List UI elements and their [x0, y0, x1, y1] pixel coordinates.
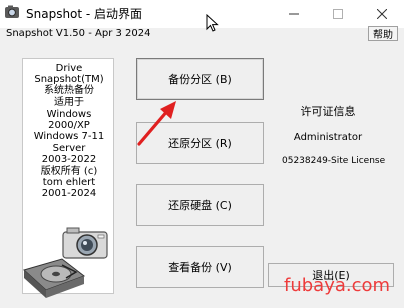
hard-disk-icon	[18, 256, 88, 302]
close-button[interactable]	[360, 0, 404, 28]
view-backup-button[interactable]: 查看备份 (V)	[136, 246, 264, 288]
window-title: Snapshot - 启动界面	[26, 7, 143, 21]
info-line: Windows 7-11	[33, 131, 105, 142]
minimize-button[interactable]	[272, 0, 316, 28]
info-line: 适用于	[54, 97, 84, 108]
minimize-icon	[289, 9, 299, 19]
info-line: 版权所有 (c)	[40, 166, 98, 177]
info-line: tom ehlert	[42, 177, 96, 188]
mouse-cursor-icon	[206, 13, 220, 34]
backup-partition-button[interactable]: 备份分区 (B)	[136, 58, 264, 100]
maximize-button[interactable]	[316, 0, 360, 28]
title-bar[interactable]: Snapshot - 启动界面	[0, 0, 404, 32]
license-user: Administrator	[293, 132, 363, 143]
maximize-icon	[333, 9, 343, 19]
info-line: 2003-2022	[41, 154, 97, 165]
help-button[interactable]: 帮助	[368, 26, 398, 41]
license-info-title: 许可证信息	[300, 105, 356, 118]
license-key: 05238249-Site License	[282, 156, 386, 166]
red-arrow-icon	[134, 98, 182, 148]
version-label: Snapshot V1.50 - Apr 3 2024	[6, 28, 151, 39]
snapshot-app-icon	[4, 4, 20, 20]
snapshot-window: Snapshot - 启动界面 Snapshot V1.50 - Apr 3 2…	[0, 0, 404, 308]
info-line: Server	[52, 143, 86, 154]
watermark-text: fubaya.com	[284, 275, 391, 296]
info-line: Snapshot(TM)	[34, 74, 104, 85]
close-icon	[377, 9, 387, 19]
info-line: Windows	[46, 109, 92, 120]
restore-disk-button[interactable]: 还原硬盘 (C)	[136, 184, 264, 226]
info-line: 系统热备份	[44, 85, 94, 96]
info-line: Drive	[55, 63, 83, 74]
info-line: 2001-2024	[41, 188, 97, 199]
info-line: 2000/XP	[48, 120, 90, 131]
